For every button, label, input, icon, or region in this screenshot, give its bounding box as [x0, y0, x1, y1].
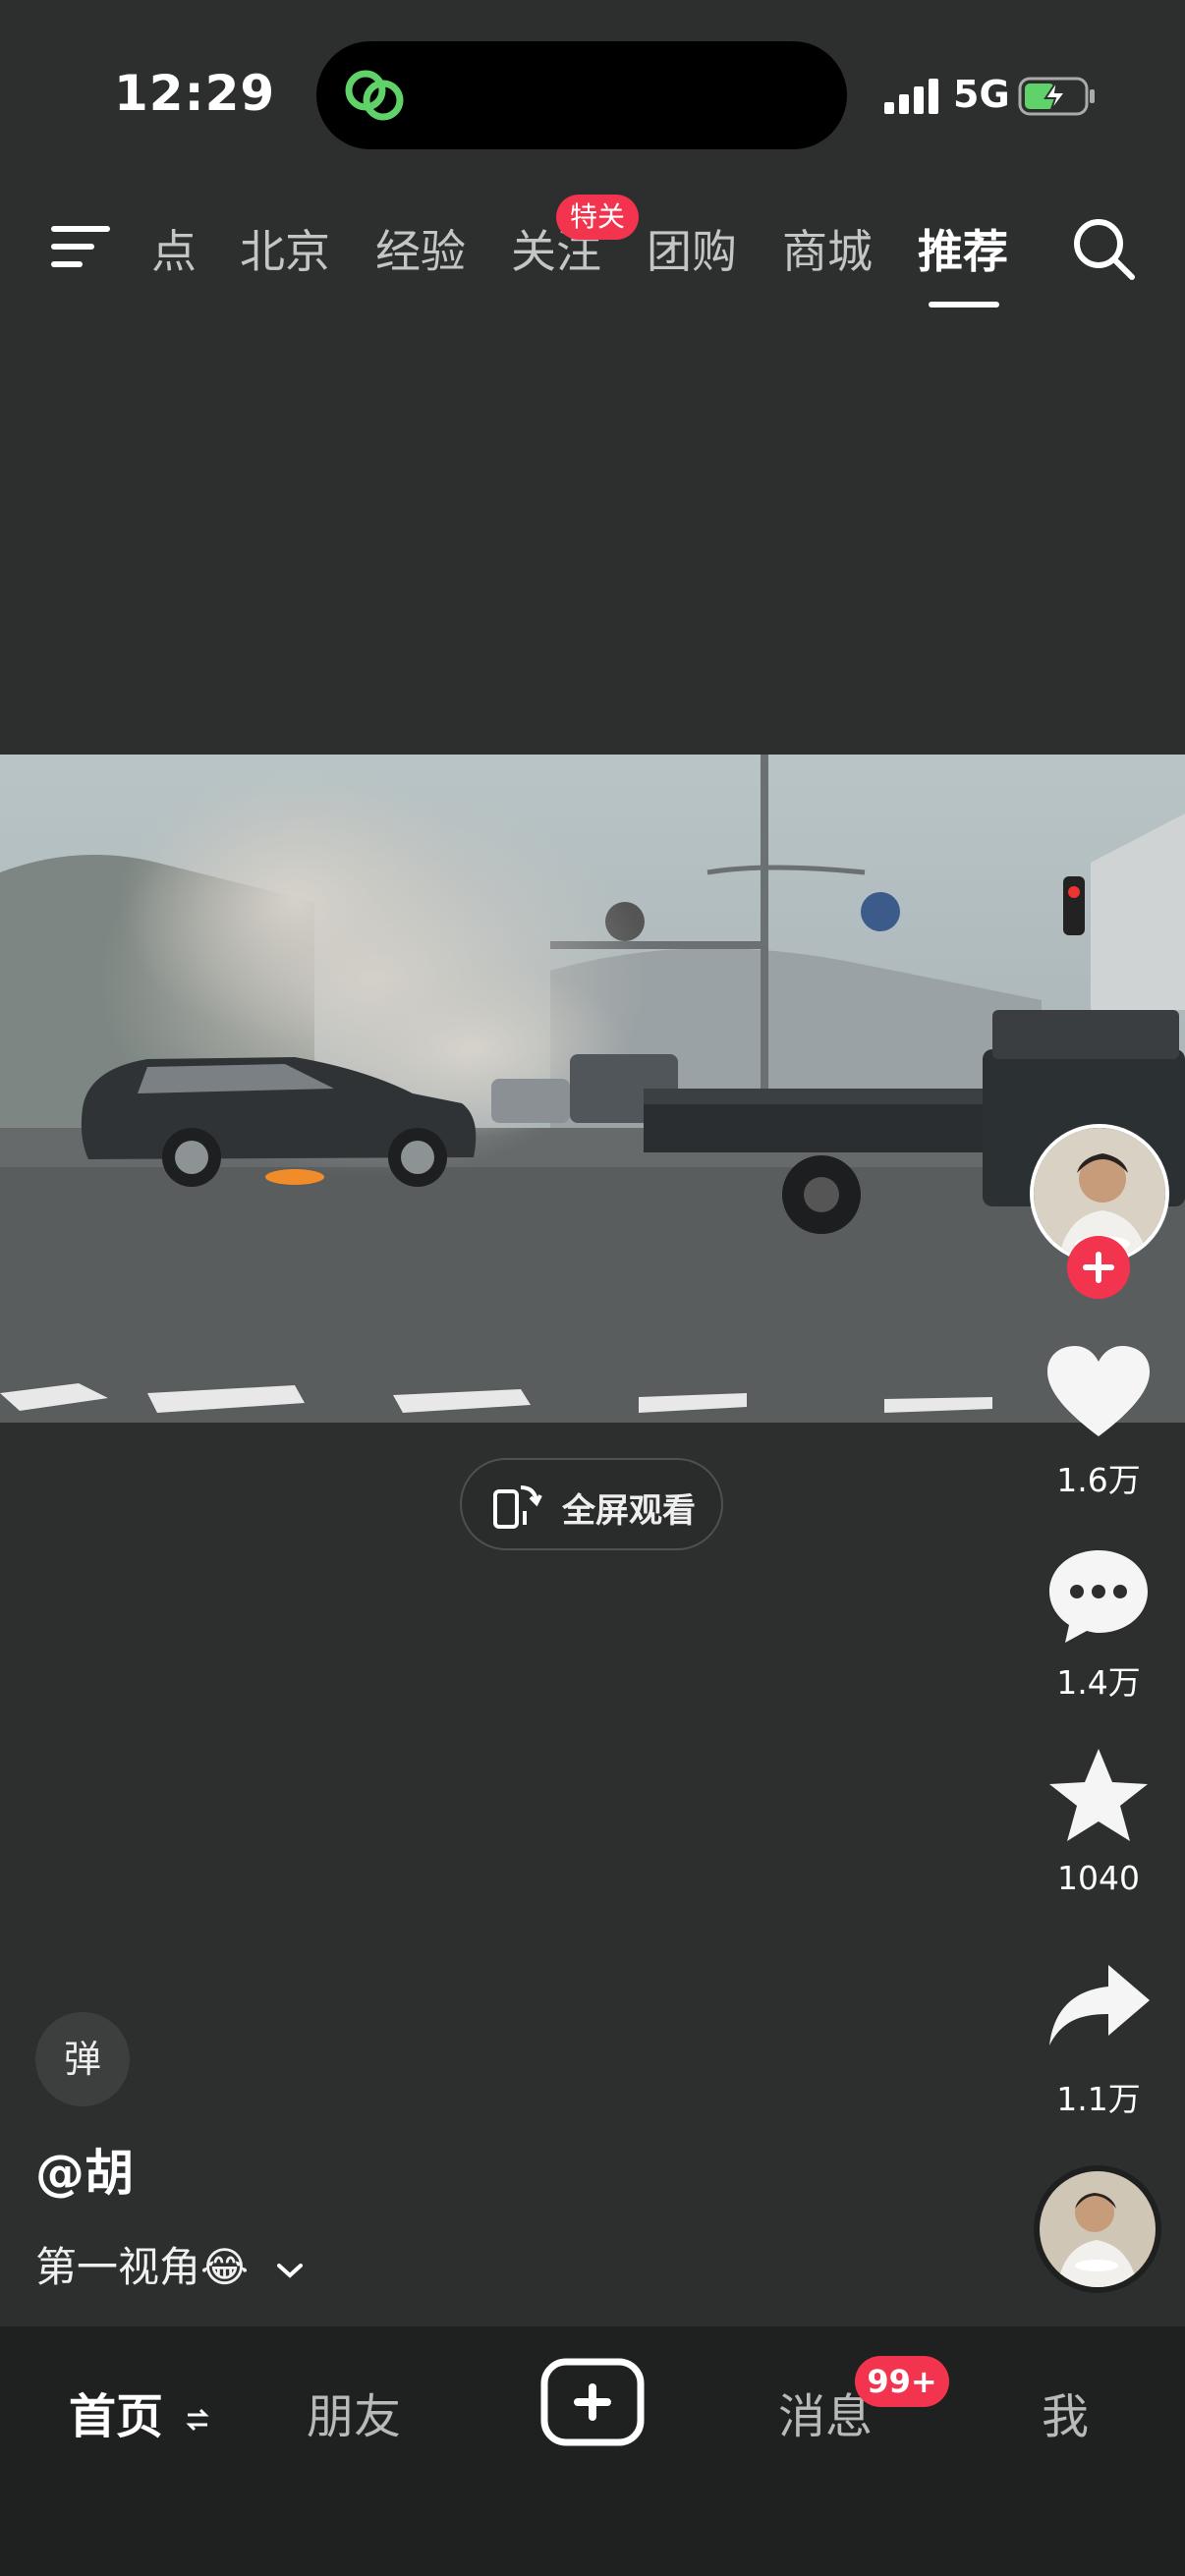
favorite-star-icon[interactable]	[1044, 1745, 1154, 1847]
nav-home[interactable]: 首页	[69, 2378, 209, 2446]
caption-text: 第一视角😂	[35, 2243, 250, 2291]
share-count: 1.1万	[1056, 2080, 1141, 2118]
signal-icon	[884, 79, 938, 114]
tab-dian[interactable]: 点	[151, 216, 197, 281]
rotate-screen-icon	[493, 1485, 542, 1529]
like-heart-icon[interactable]	[1044, 1342, 1154, 1444]
messages-badge: 99+	[855, 2356, 949, 2407]
nav-me[interactable]: 我	[1042, 2378, 1089, 2446]
battery-charging-icon	[1018, 77, 1095, 116]
video-frame	[0, 755, 1185, 1423]
status-time: 12:29	[114, 65, 276, 122]
network-type: 5G	[953, 73, 1010, 116]
tab-group-buy[interactable]: 团购	[647, 216, 737, 281]
swap-arrows-icon	[186, 2408, 209, 2432]
follow-plus-icon[interactable]	[1067, 1236, 1130, 1299]
comment-count: 1.4万	[1056, 1663, 1141, 1702]
nav-home-label: 首页	[69, 2389, 164, 2444]
chevron-down-icon	[277, 2263, 304, 2278]
nav-friends[interactable]: 朋友	[307, 2378, 401, 2446]
like-count: 1.6万	[1056, 1461, 1141, 1499]
favorite-count: 1040	[1057, 1859, 1140, 1897]
app-logo-icon	[345, 70, 404, 121]
tab-experience[interactable]: 经验	[375, 216, 466, 281]
tab-mall[interactable]: 商城	[782, 216, 873, 281]
create-plus-icon[interactable]	[540, 2358, 645, 2446]
search-icon[interactable]	[1071, 216, 1136, 281]
menu-icon[interactable]	[51, 222, 112, 271]
fullscreen-label: 全屏观看	[562, 1491, 696, 1531]
video-player[interactable]	[0, 755, 1185, 1423]
music-cover-image	[1040, 2171, 1156, 2287]
comment-icon[interactable]	[1044, 1544, 1154, 1647]
author-name[interactable]: @胡	[35, 2134, 134, 2205]
share-arrow-icon[interactable]	[1044, 1957, 1154, 2059]
special-follow-badge: 特关	[556, 195, 639, 240]
tab-recommend[interactable]: 推荐	[918, 216, 1008, 281]
video-caption[interactable]: 第一视角😂	[35, 2234, 305, 2294]
fullscreen-button[interactable]: 全屏观看	[460, 1458, 723, 1550]
danmu-toggle-button[interactable]: 弹	[35, 2012, 130, 2106]
music-disc[interactable]	[1034, 2165, 1161, 2293]
tab-beijing[interactable]: 北京	[240, 216, 330, 281]
active-tab-indicator	[929, 302, 999, 308]
